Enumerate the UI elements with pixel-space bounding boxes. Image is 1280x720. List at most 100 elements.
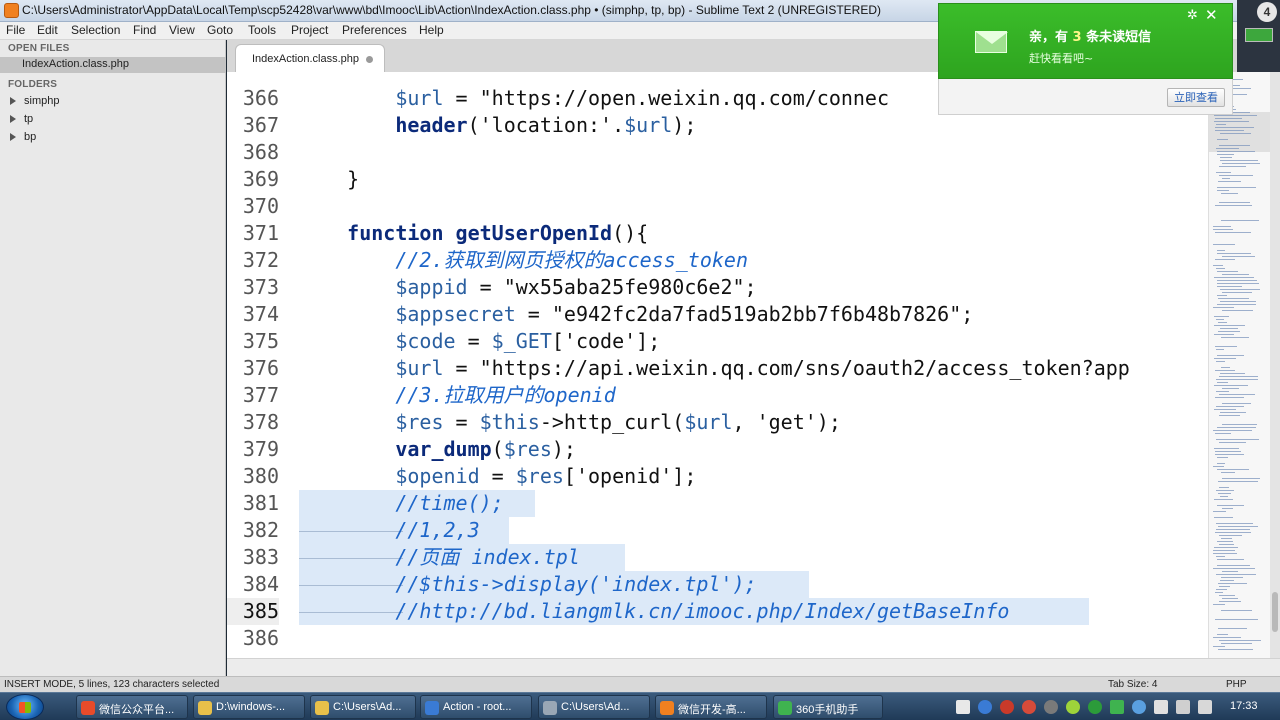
- nvidia-icon[interactable]: [1088, 700, 1102, 714]
- line-number: 377: [242, 383, 279, 407]
- gadget-badge[interactable]: 4: [1257, 2, 1277, 22]
- code-line[interactable]: 372 //2.获取到网页授权的access_token: [227, 247, 1208, 274]
- tab-indexaction[interactable]: IndexAction.class.php: [235, 44, 385, 72]
- horizontal-scrollbar[interactable]: [227, 658, 1280, 676]
- minimap-line: [1217, 427, 1256, 428]
- code-line[interactable]: 369 }: [227, 166, 1208, 193]
- tray-app-icon[interactable]: [1044, 700, 1058, 714]
- minimap-line: [1217, 457, 1228, 458]
- status-tab-size[interactable]: Tab Size: 4: [1108, 679, 1157, 690]
- code-line[interactable]: 373 $appid = "wx55aba25fe980c6e2";: [227, 274, 1208, 301]
- gear-icon[interactable]: ✲: [1187, 8, 1198, 23]
- minimap-line: [1213, 553, 1237, 554]
- minimap-line: [1222, 310, 1253, 311]
- notification-title-prefix: 亲，有: [1029, 30, 1069, 45]
- signal-icon[interactable]: [1154, 700, 1168, 714]
- code-line[interactable]: 371 function getUserOpenId(){: [227, 220, 1208, 247]
- taskbar-button[interactable]: 微信公众平台...: [76, 695, 188, 719]
- taskbar-button[interactable]: Action - root...: [420, 695, 532, 719]
- expand-arrow-icon[interactable]: [10, 97, 16, 105]
- minimap-line: [1218, 649, 1253, 650]
- vertical-scrollbar[interactable]: [1270, 72, 1280, 658]
- tray-stop-icon[interactable]: [1022, 700, 1036, 714]
- code-editor[interactable]: 366 $url = "https://open.weixin.qq.com/c…: [227, 72, 1208, 658]
- minimap-line: [1213, 511, 1226, 512]
- status-syntax[interactable]: PHP: [1226, 679, 1247, 690]
- code-text: //time();: [395, 491, 504, 515]
- minimap-line: [1217, 469, 1249, 470]
- clock[interactable]: 17:33: [1230, 700, 1258, 712]
- menu-help[interactable]: Help: [419, 23, 444, 37]
- menu-find[interactable]: Find: [133, 23, 156, 37]
- code-line[interactable]: 370: [227, 193, 1208, 220]
- menu-edit[interactable]: Edit: [37, 23, 58, 37]
- code-text: header('location:'.$url);: [395, 113, 697, 137]
- code-line[interactable]: 381 //time();: [227, 490, 1208, 517]
- code-line[interactable]: 368: [227, 139, 1208, 166]
- folder-bp[interactable]: bp: [0, 130, 226, 146]
- menu-project[interactable]: Project: [291, 23, 328, 37]
- unsaved-dot-icon[interactable]: [366, 56, 373, 63]
- tray-plus-icon[interactable]: [1066, 700, 1080, 714]
- menu-view[interactable]: View: [169, 23, 195, 37]
- taskbar-button[interactable]: 360手机助手: [773, 695, 883, 719]
- menu-goto[interactable]: Goto: [207, 23, 233, 37]
- minimap-line: [1217, 295, 1227, 296]
- minimap-line: [1222, 292, 1252, 293]
- view-now-button[interactable]: 立即查看: [1167, 88, 1225, 107]
- minimap-line: [1217, 355, 1244, 356]
- code-line[interactable]: 378 $res = $this->http_curl($url, 'get')…: [227, 409, 1208, 436]
- menu-file[interactable]: File: [6, 23, 25, 37]
- expand-arrow-icon[interactable]: [10, 133, 16, 141]
- minimap-line: [1217, 154, 1234, 155]
- minimap-line: [1213, 604, 1225, 605]
- minimap[interactable]: [1208, 72, 1270, 658]
- code-line[interactable]: 375 $code = $_GET['code'];: [227, 328, 1208, 355]
- open-file-item[interactable]: IndexAction.class.php: [0, 57, 226, 73]
- minimap-line: [1217, 280, 1257, 281]
- minimap-line: [1221, 577, 1243, 578]
- code-line[interactable]: 374 $appsecret = "e942fc2da7fad519ab2bb7…: [227, 301, 1208, 328]
- shield-icon[interactable]: [1110, 700, 1124, 714]
- code-line[interactable]: 386: [227, 625, 1208, 652]
- code-line[interactable]: 380 $openid = $res['openid'];: [227, 463, 1208, 490]
- menu-tools[interactable]: Tools: [248, 23, 276, 37]
- flag-icon[interactable]: [1176, 700, 1190, 714]
- tab-label: IndexAction.class.php: [252, 53, 360, 65]
- code-line[interactable]: 385 //http://bd.liangmlk.cn/imooc.php/In…: [227, 598, 1208, 625]
- minimap-line: [1219, 586, 1230, 587]
- tray-app-icon[interactable]: [978, 700, 992, 714]
- minimap-line: [1222, 571, 1238, 572]
- minimap-line: [1214, 448, 1239, 449]
- start-button[interactable]: [6, 694, 44, 720]
- code-line[interactable]: 379 var_dump($res);: [227, 436, 1208, 463]
- code-line[interactable]: 367 header('location:'.$url);: [227, 112, 1208, 139]
- code-line[interactable]: 382 //1,2,3: [227, 517, 1208, 544]
- volume-icon[interactable]: [1198, 700, 1212, 714]
- taskbar-button[interactable]: C:\Users\Ad...: [310, 695, 416, 719]
- taskbar-button[interactable]: D:\windows-...: [193, 695, 305, 719]
- menu-preferences[interactable]: Preferences: [342, 23, 407, 37]
- folder-tp[interactable]: tp: [0, 112, 226, 128]
- taskbar-button[interactable]: C:\Users\Ad...: [538, 695, 650, 719]
- taskbar: 微信公众平台... D:\windows-... C:\Users\Ad... Act…: [0, 692, 1280, 720]
- scroll-thumb[interactable]: [1272, 592, 1278, 632]
- tray-app-icon[interactable]: [1132, 700, 1146, 714]
- minimap-line: [1215, 259, 1235, 260]
- minimap-line: [1215, 118, 1242, 119]
- code-line[interactable]: 377 //3.拉取用户的openid: [227, 382, 1208, 409]
- menu-selection[interactable]: Selection: [71, 23, 120, 37]
- code-line[interactable]: 383 //页面 index.tpl: [227, 544, 1208, 571]
- minimap-line: [1222, 163, 1260, 164]
- tray-record-icon[interactable]: [1000, 700, 1014, 714]
- close-icon[interactable]: ✕: [1205, 6, 1218, 24]
- folder-simphp[interactable]: simphp: [0, 94, 226, 110]
- code-line[interactable]: 376 $url = "https://api.weixin.qq.com/sn…: [227, 355, 1208, 382]
- network-icon[interactable]: [956, 700, 970, 714]
- expand-arrow-icon[interactable]: [10, 115, 16, 123]
- minimap-line: [1221, 472, 1235, 473]
- code-line[interactable]: 384 //$this->display('index.tpl');: [227, 571, 1208, 598]
- taskbar-button[interactable]: 微信开发-高...: [655, 695, 767, 719]
- code-text: function getUserOpenId(){: [347, 221, 649, 245]
- sms-notification[interactable]: 亲，有 3 条未读短信 赶快看看吧~ ✲ ✕: [938, 3, 1233, 79]
